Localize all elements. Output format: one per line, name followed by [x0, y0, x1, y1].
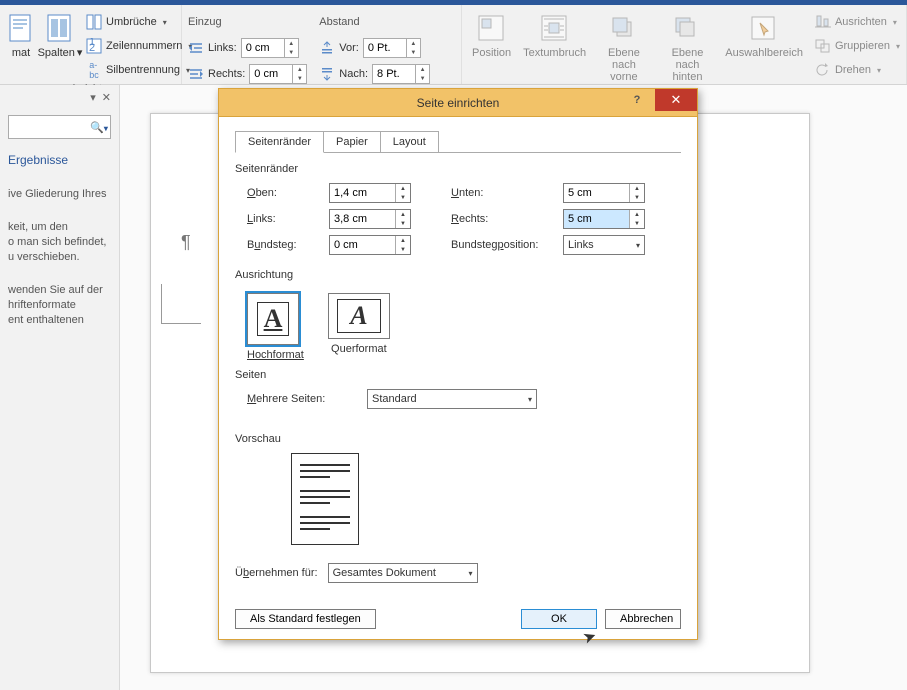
hyphenation-icon: a-bc	[86, 62, 102, 78]
search-icon[interactable]: 🔍▾	[88, 121, 110, 134]
format-button[interactable]: mat	[6, 11, 36, 81]
set-default-button[interactable]: Als Standard festlegen	[235, 609, 376, 629]
cancel-button[interactable]: Abbrechen	[605, 609, 681, 629]
nav-tab-results[interactable]: Ergebnisse	[8, 153, 111, 167]
tab-layout[interactable]: Layout	[380, 131, 439, 153]
svg-text:2: 2	[89, 42, 95, 54]
pilcrow-icon: ¶	[181, 232, 191, 253]
margin-bottom-input[interactable]: ▲▼	[563, 183, 645, 203]
gutter-input[interactable]: ▲▼	[329, 235, 411, 255]
bring-forward-icon	[608, 13, 640, 45]
tab-paper[interactable]: Papier	[323, 131, 381, 153]
ok-button[interactable]: OK	[521, 609, 597, 629]
selection-pane-icon	[748, 13, 780, 45]
group-button[interactable]: Gruppieren▾	[815, 35, 900, 57]
nav-menu-icon[interactable]: ▾	[90, 91, 96, 104]
breaks-button[interactable]: Umbrüche▾	[86, 11, 192, 33]
linenumbers-button[interactable]: 12 Zeilennummern▾	[86, 35, 192, 57]
orientation-portrait[interactable]: A Hochformat	[247, 289, 304, 361]
dialog-close-button[interactable]: ✕	[655, 89, 697, 111]
page-icon	[5, 13, 37, 45]
page-setup-dialog: Seite einrichten ? ✕ Seitenränder Papier…	[218, 88, 698, 640]
wraptext-icon	[539, 13, 571, 45]
indent-right-icon	[188, 66, 204, 82]
columns-button[interactable]: Spalten▾	[38, 11, 82, 81]
columns-icon	[44, 13, 76, 45]
space-after-icon	[319, 66, 335, 82]
rotate-button[interactable]: Drehen▾	[815, 59, 900, 81]
dialog-title: Seite einrichten	[417, 96, 500, 110]
nav-close-icon[interactable]: ✕	[102, 91, 111, 104]
multiple-pages-select[interactable]: Standard▾	[367, 389, 537, 409]
space-before-input[interactable]: ▲▼	[363, 38, 421, 58]
linenumbers-icon: 12	[86, 38, 102, 54]
space-after-input[interactable]: ▲▼	[372, 64, 430, 84]
margin-right-input[interactable]: ▲▼	[563, 209, 645, 229]
tab-margins[interactable]: Seitenränder	[235, 131, 324, 153]
gutter-position-select[interactable]: Links▾	[563, 235, 645, 255]
hyphenation-button[interactable]: a-bc Silbentrennung▾	[86, 59, 192, 81]
group-icon	[815, 38, 831, 54]
nav-search-input[interactable]: 🔍▾	[8, 115, 111, 139]
apply-to-select[interactable]: Gesamtes Dokument▾	[328, 563, 478, 583]
indent-left-input[interactable]: ▲▼	[241, 38, 299, 58]
breaks-icon	[86, 14, 102, 30]
send-backward-icon	[671, 13, 703, 45]
navigation-panel: ▾ ✕ 🔍▾ Ergebnisse ive Gliederung Ihres k…	[0, 85, 120, 690]
align-icon	[815, 14, 831, 30]
dialog-help-button[interactable]: ?	[623, 89, 651, 111]
orientation-landscape[interactable]: A Querformat	[328, 289, 390, 361]
indent-left-icon	[188, 40, 204, 56]
dialog-titlebar[interactable]: Seite einrichten ? ✕	[219, 89, 697, 117]
preview-thumbnail	[291, 453, 359, 545]
align-button[interactable]: Ausrichten▾	[815, 11, 900, 33]
margin-left-input[interactable]: ▲▼	[329, 209, 411, 229]
position-icon	[476, 13, 508, 45]
ribbon: mat Spalten▾ Umbrüche▾ 12 Zeilennummern▾	[0, 0, 907, 85]
margin-top-input[interactable]: ▲▼	[329, 183, 411, 203]
space-before-icon	[319, 40, 335, 56]
rotate-icon	[815, 62, 831, 78]
indent-right-input[interactable]: ▲▼	[249, 64, 307, 84]
